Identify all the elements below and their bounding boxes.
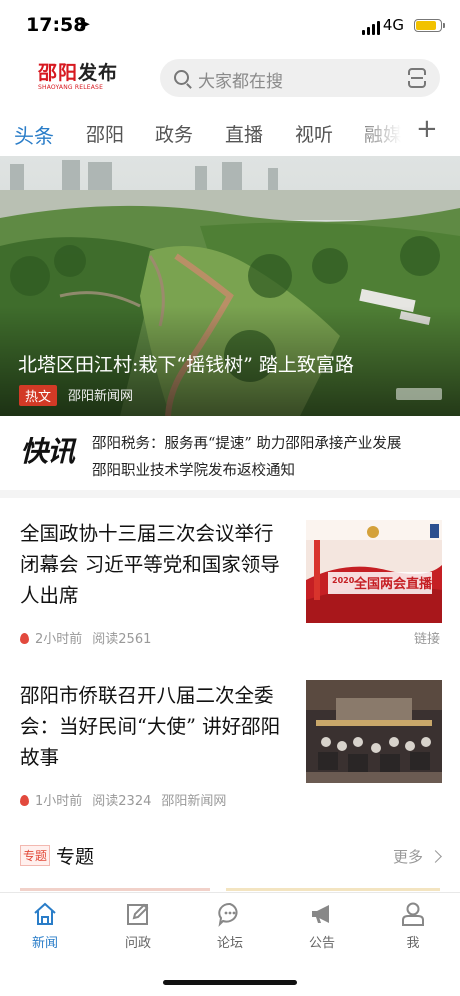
nav-label: 论坛 [216,936,243,951]
tab-government[interactable]: 政务 [155,120,193,147]
news-reads: 阅读2561 [92,632,152,647]
logo-black-text: 发布 [78,62,119,84]
battery-icon [414,19,445,32]
hot-badge: 热文 [19,385,58,406]
tab-headlines[interactable]: 头条 [14,120,54,149]
logo-english-text: SHAOYANG RELEASE [38,84,104,91]
battery-level [416,21,436,30]
home-indicator [163,980,297,985]
news-title: 邵阳市侨联召开八届二次全委会：当好民间“大使” 讲好邵阳故事 [20,684,281,769]
bottom-nav: 新闻 问政 论坛 公告 我 [0,892,460,963]
hot-icon [20,795,29,806]
flash-item-2[interactable]: 邵阳职业技术学院发布返校通知 [92,459,452,480]
news-meta: 1小时前 阅读2324 邵阳新闻网 [20,790,236,809]
news-source: 邵阳新闻网 [161,794,227,809]
signal-icon [362,21,380,35]
special-section: 专题 专题 更多 [0,832,460,880]
news-title: 全国政协十三届三次会议举行闭幕会 习近平等党和国家领导人出席 [20,522,280,607]
special-title: 专题 [56,846,95,868]
nav-label: 我 [406,936,420,951]
more-link[interactable]: 更多 [392,846,442,867]
flash-item-1[interactable]: 邵阳税务：服务再“提速” 助力邵阳承接产业发展 [92,432,452,453]
search-icon [174,70,189,85]
more-label: 更多 [392,848,423,866]
watermark-logo [396,388,442,400]
special-card-edge [226,888,440,891]
location-arrow-icon: ➤ [78,15,91,33]
nav-label: 公告 [308,936,335,951]
special-card-edge [20,888,210,891]
edit-icon [125,901,151,927]
news-time: 2小时前 [35,632,83,647]
nav-news[interactable]: 新闻 [10,901,80,951]
news-time: 1小时前 [35,794,83,809]
news-meta: 2小时前 阅读2561 [20,628,161,647]
search-bar[interactable]: 大家都在搜 [160,59,440,97]
thumb-year: 2020 [332,576,355,585]
search-placeholder: 大家都在搜 [198,72,283,92]
tab-live[interactable]: 直播 [225,120,263,147]
flash-title: 快讯 [20,435,75,468]
nav-me[interactable]: 我 [378,901,448,951]
news-thumbnail: 2020 全国两会直播 [306,520,442,623]
app-logo[interactable]: 邵阳发布 SHAOYANG RELEASE [38,58,128,98]
hot-icon [20,633,29,644]
scan-icon[interactable] [408,68,426,88]
megaphone-icon [309,901,335,927]
special-tag: 专题 [20,845,51,866]
chevron-right-icon [429,850,442,863]
flash-news: 快讯 邵阳税务：服务再“提速” 助力邵阳承接产业发展 邵阳职业技术学院发布返校通… [0,416,460,490]
chat-icon [217,901,243,927]
nav-label: 问政 [124,936,151,951]
section-divider [0,490,460,498]
app-header: 邵阳发布 SHAOYANG RELEASE 大家都在搜 [0,52,460,102]
home-icon [32,901,58,927]
tab-fade [350,104,410,158]
channel-tabs: 头条 邵阳 政务 直播 视听 融媒 + [0,104,460,158]
tab-video[interactable]: 视听 [295,120,333,147]
thumb-caption: 全国两会直播 [354,577,433,592]
news-item[interactable]: 邵阳市侨联召开八届二次全委会：当好民间“大使” 讲好邵阳故事 1小时前 阅读232… [0,676,460,836]
logo-red-text: 邵阳 [38,62,79,84]
news-item[interactable]: 全国政协十三届三次会议举行闭幕会 习近平等党和国家领导人出席 2小时前 阅读256… [0,514,460,674]
news-thumbnail [306,680,442,783]
nav-forum[interactable]: 论坛 [195,901,265,951]
news-link-tag: 链接 [413,632,440,647]
hero-banner[interactable]: 北塔区田江村:栽下“摇钱树” 踏上致富路 热文 邵阳新闻网 [0,156,460,416]
add-channel-button[interactable]: + [416,116,438,142]
nav-notice[interactable]: 公告 [287,901,357,951]
hero-title: 北塔区田江村:栽下“摇钱树” 踏上致富路 [18,354,354,376]
status-bar: 17:58 ➤ 4G [0,0,460,52]
news-reads: 阅读2324 [92,794,152,809]
nav-inquiry[interactable]: 问政 [103,901,173,951]
nav-label: 新闻 [31,936,58,951]
tab-shaoyang[interactable]: 邵阳 [86,120,124,147]
user-icon [400,901,426,927]
hero-source: 邵阳新闻网 [68,389,134,404]
network-type: 4G [382,16,404,34]
